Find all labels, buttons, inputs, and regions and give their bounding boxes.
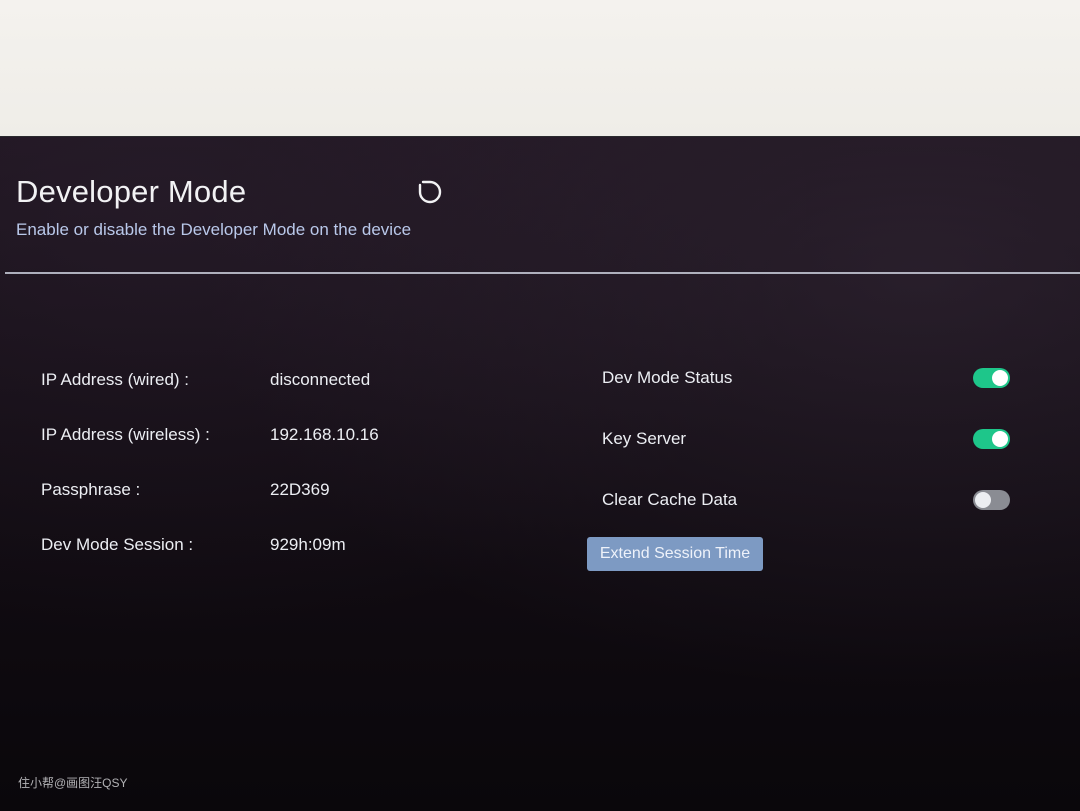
clear-cache-data-toggle[interactable] [973, 490, 1010, 510]
key-server-label: Key Server [602, 429, 687, 448]
passphrase-label: Passphrase : [41, 480, 141, 499]
ip-wireless-value: 192.168.10.16 [270, 425, 379, 444]
wall-background [0, 0, 1080, 136]
dev-mode-status-toggle[interactable] [973, 368, 1010, 388]
ip-wired-value: disconnected [270, 370, 371, 389]
extend-session-time-button[interactable]: Extend Session Time [587, 537, 763, 571]
key-server-toggle[interactable] [973, 429, 1010, 449]
dev-mode-session-value: 929h:09m [270, 535, 346, 554]
page-title: Developer Mode [16, 174, 247, 209]
ip-wireless-label: IP Address (wireless) : [41, 425, 210, 444]
page-subtitle: Enable or disable the Developer Mode on … [16, 220, 412, 239]
power-icon[interactable] [414, 177, 444, 207]
passphrase-value: 22D369 [270, 480, 330, 499]
dev-mode-session-label: Dev Mode Session : [41, 535, 194, 554]
toggle-knob [992, 431, 1008, 447]
toggle-knob [992, 370, 1008, 386]
watermark: 住小帮@画图汪QSY [18, 776, 128, 790]
dev-mode-status-label: Dev Mode Status [602, 368, 733, 387]
toggle-knob [975, 492, 991, 508]
ip-wired-label: IP Address (wired) : [41, 370, 190, 389]
header-divider [5, 272, 1080, 274]
clear-cache-data-label: Clear Cache Data [602, 490, 738, 509]
